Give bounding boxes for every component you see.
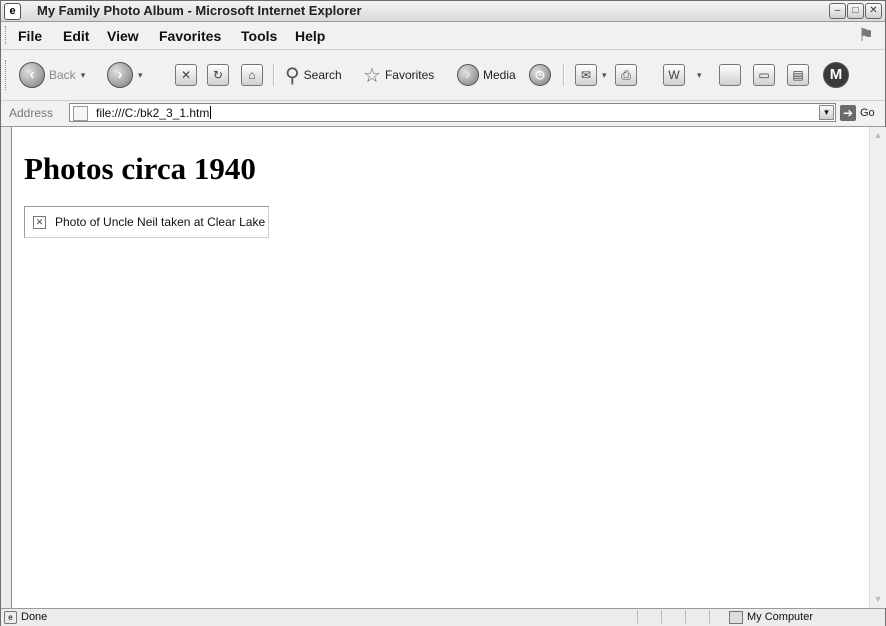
search-label: Search bbox=[303, 68, 342, 82]
print-icon: ⎙ bbox=[615, 64, 637, 86]
scroll-down-icon[interactable]: ▼ bbox=[870, 591, 886, 608]
home-icon: ⌂ bbox=[241, 64, 263, 86]
close-button[interactable]: ✕ bbox=[865, 3, 882, 19]
status-bar: e Done My Computer bbox=[1, 608, 885, 626]
standard-toolbar: ‹ Back ▾ › ▾ ✕ ↻ ⌂ ⚲ Search ☆ Favorites … bbox=[1, 50, 885, 101]
forward-button[interactable]: › ▾ bbox=[107, 60, 143, 90]
forward-dropdown-icon[interactable]: ▾ bbox=[138, 70, 143, 81]
history-icon: ◷ bbox=[529, 64, 551, 86]
menu-tools[interactable]: Tools bbox=[241, 28, 277, 44]
status-pane bbox=[661, 610, 662, 624]
ie-logo-icon[interactable]: e bbox=[4, 3, 21, 20]
favorites-label: Favorites bbox=[384, 68, 435, 82]
page-icon bbox=[73, 106, 88, 121]
media-label: Media bbox=[483, 68, 516, 82]
refresh-button[interactable]: ↻ bbox=[207, 60, 229, 90]
edit-dropdown-icon[interactable]: ▾ bbox=[697, 70, 702, 81]
broken-image-icon: ✕ bbox=[33, 216, 46, 229]
macromedia-button[interactable]: M bbox=[823, 60, 849, 90]
status-pane bbox=[685, 610, 686, 624]
page-title: Photos circa 1940 bbox=[24, 151, 256, 186]
menu-bar: File Edit View Favorites Tools Help ⚑ bbox=[1, 22, 885, 50]
search-button[interactable]: ⚲ Search bbox=[285, 60, 342, 90]
security-zone-text: My Computer bbox=[747, 611, 814, 623]
menu-view[interactable]: View bbox=[107, 28, 139, 44]
status-pane bbox=[637, 610, 638, 624]
edit-icon: W bbox=[663, 64, 685, 86]
messenger-button[interactable]: ▭ bbox=[753, 60, 775, 90]
image-alt-text: Photo of Uncle Neil taken at Clear Lake bbox=[55, 215, 266, 229]
edit-button[interactable]: W ▾ bbox=[663, 60, 702, 90]
toolbar-separator bbox=[563, 64, 565, 86]
favorites-button[interactable]: ☆ Favorites bbox=[363, 60, 434, 90]
minimize-button[interactable]: – bbox=[829, 3, 846, 19]
print-button[interactable]: ⎙ bbox=[615, 60, 637, 90]
window-controls: – □ ✕ bbox=[829, 3, 882, 19]
media-button[interactable]: ♪ Media bbox=[457, 60, 516, 90]
menu-edit[interactable]: Edit bbox=[63, 28, 89, 44]
go-button[interactable]: Go bbox=[860, 107, 875, 119]
back-dropdown-icon[interactable]: ▾ bbox=[81, 70, 86, 81]
address-url[interactable]: file:///C:/bk2_3_1.htm bbox=[96, 106, 211, 120]
menu-grip[interactable] bbox=[5, 26, 9, 44]
address-input[interactable]: file:///C:/bk2_3_1.htm ▾ bbox=[69, 103, 836, 122]
stop-icon: ✕ bbox=[175, 64, 197, 86]
back-arrow-icon: ‹ bbox=[19, 62, 45, 88]
vertical-scrollbar[interactable]: ▲ ▼ bbox=[869, 127, 886, 608]
windows-flag-icon: ⚑ bbox=[857, 25, 875, 45]
status-text: Done bbox=[21, 611, 48, 623]
discuss-button[interactable] bbox=[719, 60, 741, 90]
discuss-icon bbox=[719, 64, 741, 86]
macromedia-icon: M bbox=[823, 62, 849, 88]
status-pane bbox=[709, 610, 710, 624]
mail-dropdown-icon[interactable]: ▾ bbox=[602, 70, 607, 81]
refresh-icon: ↻ bbox=[207, 64, 229, 86]
messenger-icon: ▭ bbox=[753, 64, 775, 86]
search-icon: ⚲ bbox=[285, 64, 300, 87]
page-status-icon: e bbox=[4, 611, 17, 624]
menu-help[interactable]: Help bbox=[295, 28, 325, 44]
my-computer-icon bbox=[729, 611, 743, 624]
mail-button[interactable]: ✉ ▾ bbox=[575, 60, 607, 90]
menu-file[interactable]: File bbox=[18, 28, 42, 44]
address-bar: Address file:///C:/bk2_3_1.htm ▾ ➔ Go bbox=[1, 101, 885, 127]
research-icon: ▤ bbox=[787, 64, 809, 86]
scroll-up-icon[interactable]: ▲ bbox=[870, 127, 886, 144]
back-button[interactable]: ‹ Back ▾ bbox=[19, 60, 85, 90]
forward-arrow-icon: › bbox=[107, 62, 133, 88]
favorites-star-icon: ☆ bbox=[363, 64, 381, 87]
address-label: Address bbox=[9, 106, 54, 120]
address-dropdown-icon[interactable]: ▾ bbox=[819, 105, 834, 120]
broken-image-placeholder: ✕ Photo of Uncle Neil taken at Clear Lak… bbox=[24, 206, 269, 238]
toolbar-grip[interactable] bbox=[5, 60, 9, 90]
toolbar-separator bbox=[273, 64, 275, 86]
maximize-button[interactable]: □ bbox=[847, 3, 864, 19]
history-button[interactable]: ◷ bbox=[529, 60, 551, 90]
mail-icon: ✉ bbox=[575, 64, 597, 86]
window-title: My Family Photo Album - Microsoft Intern… bbox=[37, 3, 362, 18]
menu-favorites[interactable]: Favorites bbox=[159, 28, 221, 44]
home-button[interactable]: ⌂ bbox=[241, 60, 263, 90]
stop-button[interactable]: ✕ bbox=[175, 60, 197, 90]
title-bar: e My Family Photo Album - Microsoft Inte… bbox=[1, 1, 885, 22]
go-arrow-icon[interactable]: ➔ bbox=[840, 105, 856, 121]
browser-window: e My Family Photo Album - Microsoft Inte… bbox=[0, 0, 886, 626]
media-icon: ♪ bbox=[457, 64, 479, 86]
back-label: Back bbox=[49, 68, 76, 82]
page-content: Photos circa 1940 ✕ Photo of Uncle Neil … bbox=[11, 127, 869, 608]
research-button[interactable]: ▤ bbox=[787, 60, 809, 90]
